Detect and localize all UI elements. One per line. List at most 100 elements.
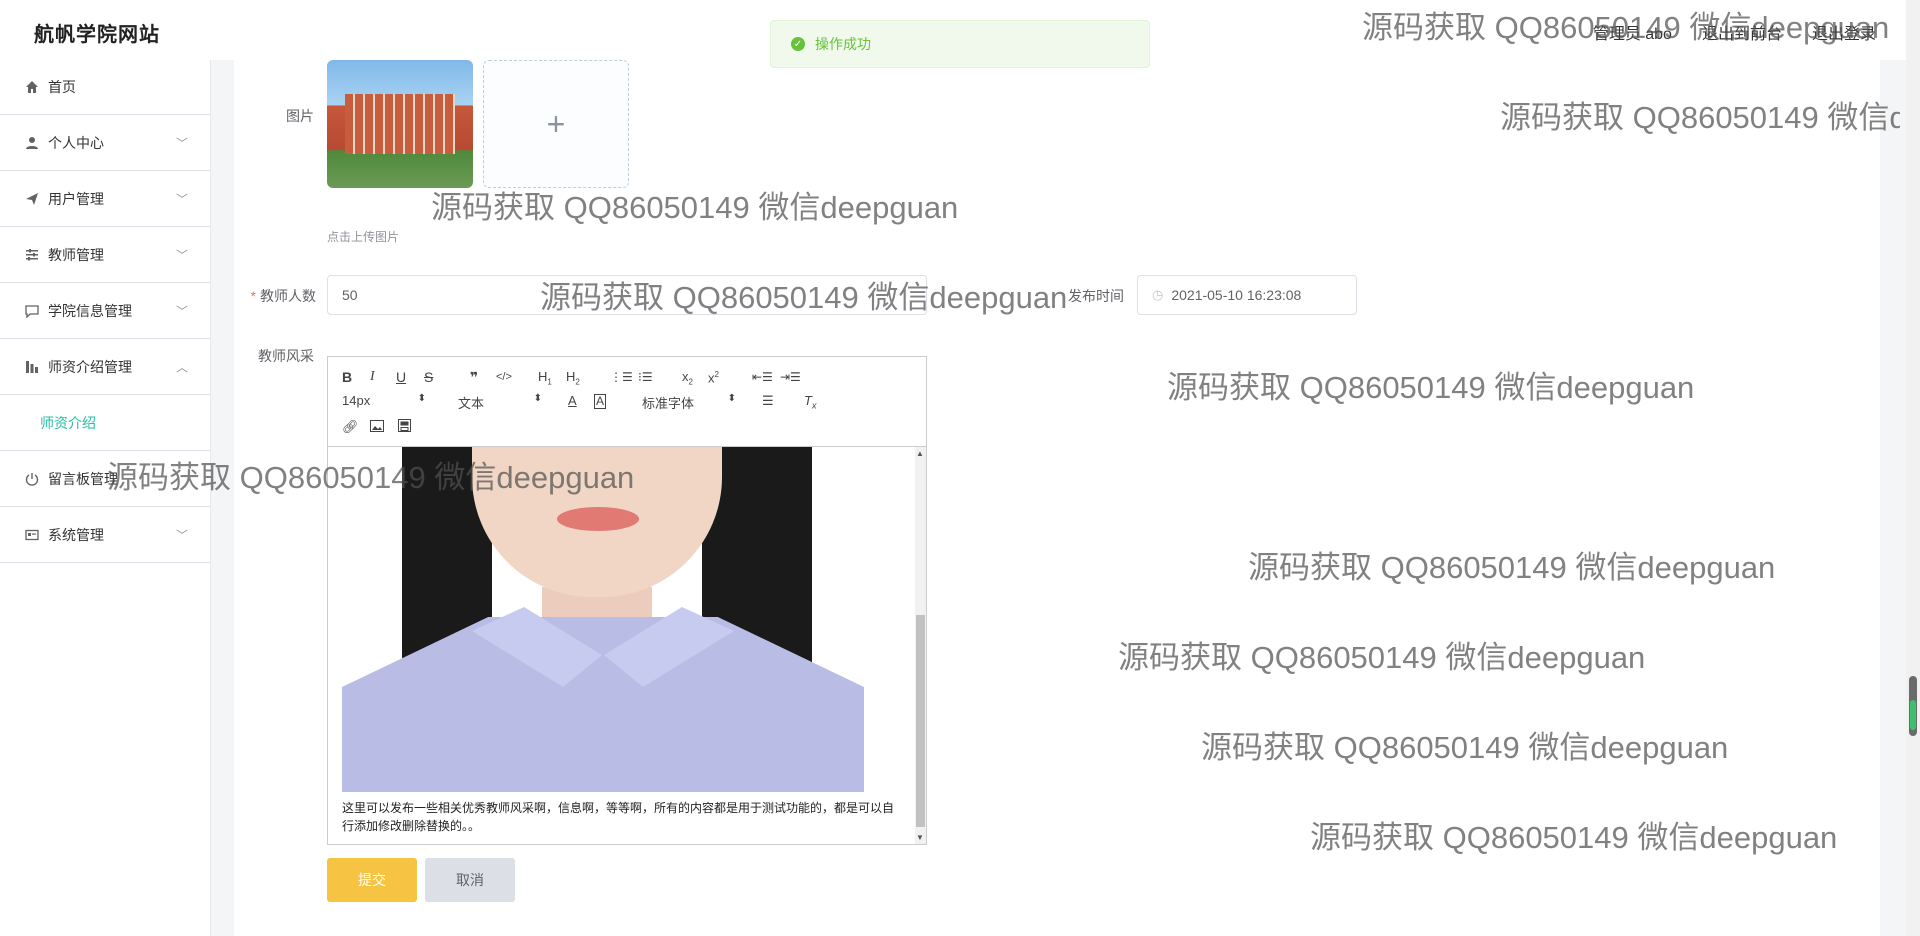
upload-image-button[interactable]: + [483, 60, 629, 188]
chat-icon [24, 303, 40, 319]
publish-time-value: 2021-05-10 16:23:08 [1171, 287, 1302, 303]
teacher-count-label: * 教师人数 [240, 286, 316, 306]
select-arrows-icon: ⬍ [417, 393, 426, 404]
page-scrollbar-indicator [1910, 700, 1916, 730]
bold-icon[interactable]: B [342, 367, 352, 387]
sidebar: 首页 个人中心 ﹀ 用户管理 ﹀ 教师管理 ﹀ 学院信息管理 ﹀ 师资介绍管理 … [0, 60, 211, 936]
sidebar-item-label: 师资介绍管理 [48, 358, 132, 375]
code-block-icon[interactable]: </> [496, 367, 512, 387]
font-family-select[interactable]: 标准字体 ⬍ [642, 393, 736, 412]
sidebar-item-label: 系统管理 [48, 526, 104, 543]
scroll-up-arrow-icon[interactable]: ▲ [916, 449, 924, 458]
publish-time-label: 发布时间 [1068, 288, 1124, 304]
required-asterisk: * [250, 288, 256, 304]
font-size-value: 14px [342, 393, 371, 408]
sidebar-item-label: 学院信息管理 [48, 302, 132, 319]
sidebar-item-label: 首页 [48, 79, 76, 95]
success-toast: ✓ 操作成功 [770, 20, 1150, 68]
editor-content-area[interactable]: 这里可以发布一些相关优秀教师风采啊，信息啊，等等啊，所有的内容都是用于测试功能的… [328, 447, 916, 844]
clock-icon: ◷ [1152, 287, 1164, 302]
editor-scrollbar[interactable]: ▲ ▼ [915, 447, 926, 844]
bullet-list-icon[interactable]: ⁝☰ [638, 367, 653, 387]
block-type-value: 文本 [458, 396, 485, 411]
editor-scrollbar-thumb[interactable] [916, 615, 925, 827]
sidebar-item-faculty-intro-management[interactable]: 师资介绍管理 ︿ [0, 339, 210, 395]
indent-icon[interactable]: ⇥☰ [780, 367, 801, 387]
sidebar-item-label: 用户管理 [48, 190, 104, 207]
heading1-icon[interactable]: H1 [538, 367, 552, 393]
chevron-down-icon: ﹀ [175, 192, 188, 206]
editor-content-text: 这里可以发布一些相关优秀教师风采啊，信息啊，等等啊，所有的内容都是用于测试功能的… [342, 801, 895, 833]
user-label: 管理员 abo [1592, 26, 1672, 43]
teacher-photo [342, 447, 864, 792]
editor-toolbar: B I U S ❞ </> H1 H2 ⋮☰ ⁝☰ x2 x2 ⇤☰ ⇥☰ 14… [328, 357, 926, 447]
sidebar-item-system-management[interactable]: 系统管理 ﹀ [0, 507, 210, 563]
clear-format-icon[interactable]: Tx [804, 391, 816, 416]
home-icon [24, 79, 40, 95]
teacher-count-value: 50 [342, 287, 358, 303]
submit-button[interactable]: 提交 [327, 858, 417, 902]
building-image [345, 94, 455, 154]
uploaded-image-thumbnail[interactable] [327, 60, 473, 188]
select-arrows-icon: ⬍ [533, 393, 542, 404]
select-arrows-icon: ⬍ [727, 393, 736, 404]
send-icon [24, 191, 40, 207]
sidebar-item-user-management[interactable]: 用户管理 ﹀ [0, 171, 210, 227]
subscript-icon[interactable]: x2 [682, 367, 693, 393]
image-label: 图片 [286, 108, 314, 124]
chevron-down-icon: ﹀ [175, 304, 188, 318]
logout-link[interactable]: 退出登录 [1812, 20, 1876, 44]
sidebar-item-label: 个人中心 [48, 134, 104, 151]
blockquote-icon[interactable]: ❞ [470, 367, 478, 387]
cancel-button[interactable]: 取消 [425, 858, 515, 902]
sidebar-item-label: 教师管理 [48, 246, 104, 263]
strikethrough-icon[interactable]: S [424, 367, 433, 387]
teacher-count-input[interactable]: 50 [327, 275, 927, 315]
check-circle-icon: ✓ [791, 37, 805, 51]
power-icon [24, 471, 40, 487]
sidebar-item-message-board-management[interactable]: 留言板管理 [0, 451, 210, 507]
card-icon [24, 527, 40, 543]
photo-lips [557, 507, 639, 531]
upload-tip: 点击上传图片 [327, 230, 400, 244]
font-size-select[interactable]: 14px ⬍ [342, 393, 426, 408]
ordered-list-icon[interactable]: ⋮☰ [610, 367, 633, 387]
align-icon[interactable]: ☰ [762, 391, 774, 411]
user-icon [24, 135, 40, 151]
outdent-icon[interactable]: ⇤☰ [752, 367, 773, 387]
site-logo: 航帆学院网站 [34, 24, 160, 46]
chevron-down-icon: ﹀ [175, 528, 188, 542]
toast-message: 操作成功 [815, 36, 871, 52]
sidebar-item-label: 留言板管理 [48, 470, 118, 487]
sidebar-item-home[interactable]: 首页 [0, 60, 210, 115]
sidebar-subitem-faculty-intro[interactable]: 师资介绍 [0, 395, 210, 451]
teacher-count-label-text: 教师人数 [260, 288, 316, 304]
italic-icon[interactable]: I [370, 367, 375, 387]
superscript-icon[interactable]: x2 [708, 365, 719, 388]
chevron-down-icon: ﹀ [175, 248, 188, 262]
sidebar-item-personal-center[interactable]: 个人中心 ﹀ [0, 115, 210, 171]
sliders-icon [24, 247, 40, 263]
sidebar-item-teacher-management[interactable]: 教师管理 ﹀ [0, 227, 210, 283]
link-icon[interactable]: 🔗︎ [342, 417, 359, 437]
image-icon[interactable] [370, 417, 384, 437]
chevron-down-icon: ﹀ [175, 136, 188, 150]
chevron-up-icon: ︿ [175, 360, 188, 374]
heading2-icon[interactable]: H2 [566, 367, 580, 393]
scroll-down-arrow-icon[interactable]: ▼ [916, 833, 924, 842]
header-actions: 管理员 abo 退出到前台 退出登录 [1593, 20, 1876, 44]
style-label: 教师风采 [258, 348, 314, 364]
publish-time-picker[interactable]: ◷ 2021-05-10 16:23:08 [1137, 275, 1357, 315]
font-family-value: 标准字体 [642, 396, 695, 411]
sidebar-item-college-info-management[interactable]: 学院信息管理 ﹀ [0, 283, 210, 339]
plus-icon: + [546, 105, 566, 142]
bar-chart-icon [24, 359, 40, 375]
background-color-icon[interactable]: A [594, 394, 607, 409]
underline-icon[interactable]: U [396, 367, 406, 387]
exit-frontend-link[interactable]: 退出到前台 [1702, 20, 1782, 44]
font-color-icon[interactable]: A [568, 391, 577, 411]
video-icon[interactable] [398, 417, 411, 437]
block-type-select[interactable]: 文本 ⬍ [458, 393, 542, 412]
rich-text-editor: B I U S ❞ </> H1 H2 ⋮☰ ⁝☰ x2 x2 ⇤☰ ⇥☰ 14… [327, 356, 927, 845]
page-scrollbar[interactable] [1906, 0, 1920, 936]
